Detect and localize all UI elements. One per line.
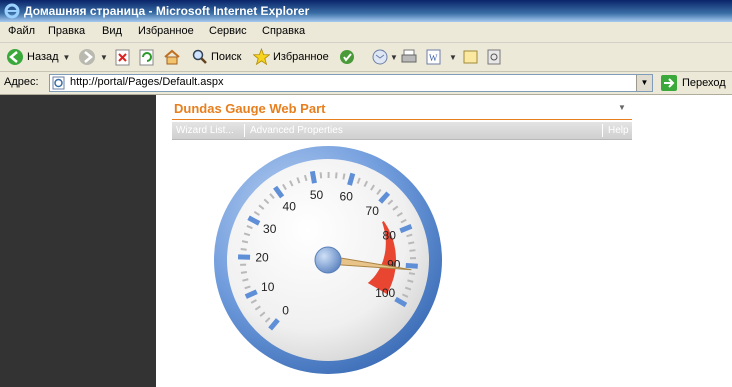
- menu-edit[interactable]: Правка: [48, 25, 85, 37]
- mail-button[interactable]: ▼: [371, 47, 398, 67]
- menu-bar: Файл Правка Вид Избранное Сервис Справка: [0, 22, 732, 43]
- print-button[interactable]: [400, 47, 418, 67]
- gauge-tick-label: 60: [340, 190, 354, 204]
- gauge-tick-label: 50: [310, 188, 324, 202]
- menu-view[interactable]: Вид: [102, 25, 122, 37]
- standard-toolbar: Назад ▼ ▼ Поиск Избранное ▼ W ▼: [0, 43, 732, 72]
- gauge-minor-tick: [342, 173, 346, 180]
- mail-icon: [372, 49, 388, 65]
- circular-gauge: 0 10 20 30 40 50 60 7080 90 100: [214, 146, 442, 374]
- star-icon: [253, 48, 270, 66]
- media-icon: [340, 50, 354, 64]
- gauge-minor-tick: [408, 272, 416, 276]
- gauge-major-tick: [347, 172, 356, 186]
- gauge-major-tick: [309, 170, 317, 184]
- gauge-minor-tick: [319, 172, 323, 179]
- gauge-tick-label: 40: [283, 200, 297, 214]
- gauge-minor-tick: [335, 172, 338, 179]
- back-button[interactable]: Назад ▼: [6, 47, 70, 67]
- gauge-needle-cap: [314, 246, 342, 274]
- discuss-button[interactable]: [463, 47, 479, 67]
- media-button[interactable]: [339, 47, 355, 67]
- favorites-button[interactable]: Избранное: [253, 47, 329, 67]
- discuss-icon: [463, 50, 478, 64]
- search-label: Поиск: [211, 51, 242, 63]
- gauge-minor-tick: [241, 240, 249, 244]
- gauge-minor-tick: [240, 270, 248, 274]
- webpart-menu-icon[interactable]: ▼: [618, 103, 626, 112]
- forward-arrow-icon: [79, 49, 95, 65]
- back-arrow-icon: [7, 49, 23, 65]
- back-dropdown-icon[interactable]: ▼: [63, 53, 71, 62]
- advanced-properties-link[interactable]: Advanced Properties: [250, 125, 343, 136]
- go-arrow-icon: [661, 75, 677, 91]
- menu-favorites[interactable]: Избранное: [138, 25, 194, 37]
- go-label: Переход: [682, 77, 726, 89]
- print-icon: [401, 49, 417, 63]
- page-icon: [52, 76, 65, 90]
- left-navigation-panel: [0, 95, 156, 387]
- search-icon: [192, 49, 207, 64]
- gauge-major-tick: [405, 262, 418, 269]
- home-button[interactable]: [163, 47, 181, 67]
- home-icon: [164, 49, 180, 65]
- edit-dropdown-icon[interactable]: ▼: [449, 53, 457, 62]
- menu-help[interactable]: Справка: [262, 25, 305, 37]
- back-label: Назад: [27, 51, 59, 63]
- gauge-tick-label: 20: [255, 251, 269, 265]
- research-icon: [487, 49, 501, 65]
- toolbar-separator: [602, 124, 603, 137]
- svg-text:W: W: [429, 53, 438, 63]
- refresh-button[interactable]: [139, 47, 155, 67]
- window-title-bar: Домашняя страница - Microsoft Internet E…: [0, 0, 732, 22]
- toolbar-separator: [244, 124, 245, 137]
- internet-explorer-icon: [4, 3, 20, 19]
- menu-tools[interactable]: Сервис: [209, 25, 247, 37]
- address-bar: Адрес: http://portal/Pages/Default.aspx …: [0, 72, 732, 95]
- go-button[interactable]: Переход: [660, 74, 726, 92]
- forward-button[interactable]: ▼: [78, 47, 108, 67]
- address-label: Адрес:: [4, 76, 39, 88]
- webpart-title: Dundas Gauge Web Part: [174, 101, 326, 116]
- address-url[interactable]: http://portal/Pages/Default.aspx: [70, 76, 223, 88]
- help-link[interactable]: Help: [608, 125, 629, 136]
- word-edit-icon: W: [426, 49, 441, 65]
- edit-button[interactable]: W ▼: [425, 47, 457, 67]
- refresh-icon: [139, 49, 154, 66]
- stop-button[interactable]: [115, 47, 131, 67]
- gauge-tick-label: 80: [383, 228, 397, 242]
- mail-dropdown-icon[interactable]: ▼: [390, 53, 398, 62]
- gauge-tick-label: 10: [261, 280, 275, 294]
- gauge-minor-tick: [240, 247, 247, 251]
- stop-icon: [115, 49, 130, 66]
- address-dropdown-icon[interactable]: ▼: [636, 75, 652, 91]
- favorites-label: Избранное: [273, 51, 329, 63]
- gauge-tick-label: 0: [282, 304, 289, 318]
- wizard-list-link[interactable]: Wizard List...: [176, 125, 234, 136]
- forward-dropdown-icon[interactable]: ▼: [100, 53, 108, 62]
- gauge-tick-label: 100: [375, 286, 395, 300]
- page-content: Dundas Gauge Web Part ▼ Wizard List... A…: [156, 95, 732, 387]
- webpart-toolbar: Wizard List... Advanced Properties Help: [172, 122, 632, 140]
- research-button[interactable]: [486, 47, 502, 67]
- webpart-title-underline: [172, 119, 632, 120]
- gauge-tick-label: 70: [366, 204, 380, 218]
- menu-file[interactable]: Файл: [8, 25, 35, 37]
- gauge-minor-tick: [242, 278, 249, 282]
- gauge-tick-label: 90: [387, 258, 401, 272]
- search-button[interactable]: Поиск: [192, 47, 241, 67]
- gauge-tick-label: 30: [263, 222, 277, 236]
- gauge-minor-tick: [409, 249, 416, 252]
- address-input[interactable]: http://portal/Pages/Default.aspx ▼: [49, 74, 653, 92]
- window-title: Домашняя страница - Microsoft Internet E…: [24, 4, 310, 18]
- gauge-minor-tick: [408, 241, 415, 245]
